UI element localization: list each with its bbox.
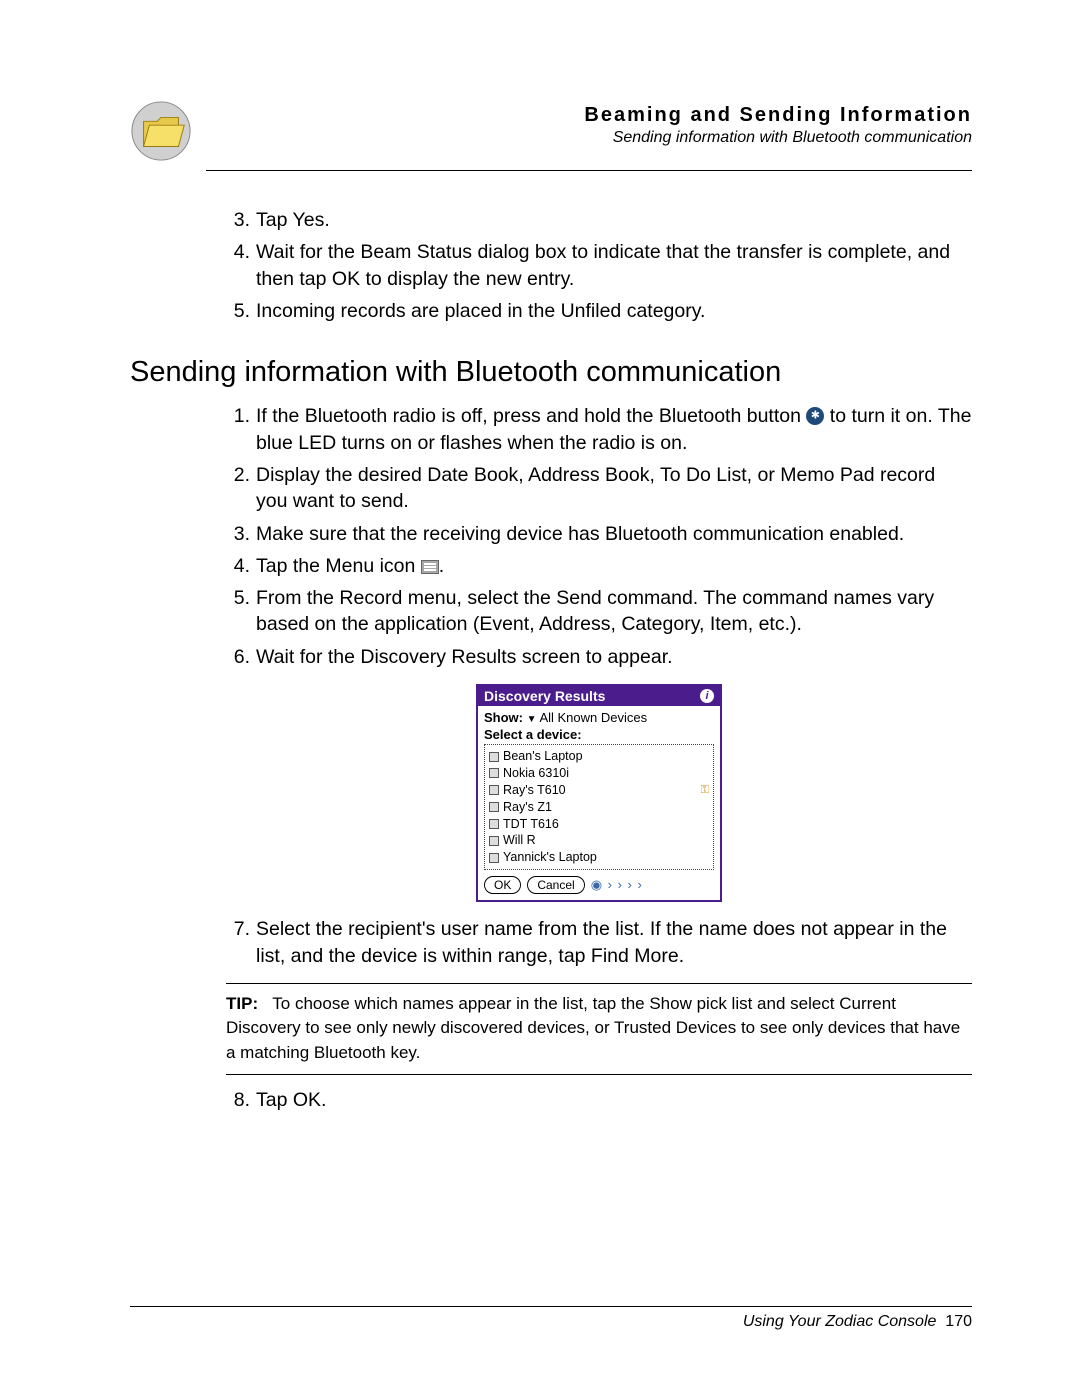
list-item: 5. From the Record menu, select the Send… xyxy=(226,585,972,638)
cancel-button[interactable]: Cancel xyxy=(527,876,584,894)
tip-text: To choose which names appear in the list… xyxy=(226,994,960,1062)
device-item[interactable]: Yannick's Laptop xyxy=(489,849,709,866)
dialog-title-bar: Discovery Results i xyxy=(478,686,720,706)
bluetooth-icon xyxy=(806,407,824,425)
device-list[interactable]: Bean's Laptop Nokia 6310i Ray's T610 ⚿ R… xyxy=(484,744,714,870)
folder-icon xyxy=(130,100,192,162)
select-device-label: Select a device: xyxy=(484,727,714,742)
device-icon xyxy=(489,752,499,762)
page-number: 170 xyxy=(945,1313,972,1330)
device-icon xyxy=(489,785,499,795)
page-footer: Using Your Zodiac Console 170 xyxy=(130,1306,972,1331)
discovery-screenshot: Discovery Results i Show: ▼ All Known De… xyxy=(226,684,972,902)
device-item[interactable]: Will R xyxy=(489,832,709,849)
header-rule xyxy=(206,170,972,171)
list-item: 7. Select the recipient's user name from… xyxy=(226,916,972,969)
list-item: 4. Tap the Menu icon . xyxy=(226,553,972,579)
list-item: 4. Wait for the Beam Status dialog box t… xyxy=(226,239,972,292)
list-item: 3. Tap Yes. xyxy=(226,207,972,233)
device-icon xyxy=(489,802,499,812)
device-item[interactable]: Ray's T610 ⚿ xyxy=(489,782,709,799)
footer-text: Using Your Zodiac Console xyxy=(743,1313,937,1330)
header-title: Beaming and Sending Information xyxy=(206,104,972,127)
device-icon xyxy=(489,853,499,863)
device-item[interactable]: Ray's Z1 xyxy=(489,799,709,816)
footer-rule xyxy=(130,1306,972,1307)
device-icon xyxy=(489,819,499,829)
dialog-title: Discovery Results xyxy=(484,688,605,704)
tip-label: TIP: xyxy=(226,994,258,1013)
page-header: Beaming and Sending Information Sending … xyxy=(130,100,972,162)
device-icon xyxy=(489,768,499,778)
list-item: 1. If the Bluetooth radio is off, press … xyxy=(226,403,972,456)
section-heading: Sending information with Bluetooth commu… xyxy=(130,356,972,389)
list-item: 6. Wait for the Discovery Results screen… xyxy=(226,644,972,670)
show-picklist[interactable]: Show: ▼ All Known Devices xyxy=(484,710,714,725)
header-subtitle: Sending information with Bluetooth commu… xyxy=(206,129,972,147)
signal-icon: ◉ › › › › xyxy=(591,877,643,893)
device-item[interactable]: Bean's Laptop xyxy=(489,748,709,765)
ok-button[interactable]: OK xyxy=(484,876,521,894)
list-item: 2. Display the desired Date Book, Addres… xyxy=(226,462,972,515)
menu-icon xyxy=(421,560,439,574)
list-item: 5. Incoming records are placed in the Un… xyxy=(226,298,972,324)
list-item: 8. Tap OK. xyxy=(226,1087,972,1113)
key-icon: ⚿ xyxy=(701,783,709,798)
device-item[interactable]: Nokia 6310i xyxy=(489,765,709,782)
tip-box: TIP: To choose which names appear in the… xyxy=(226,983,972,1075)
device-icon xyxy=(489,836,499,846)
list-item: 3. Make sure that the receiving device h… xyxy=(226,521,972,547)
device-item[interactable]: TDT T616 xyxy=(489,816,709,833)
chevron-down-icon: ▼ xyxy=(527,714,537,725)
info-icon[interactable]: i xyxy=(700,689,714,703)
